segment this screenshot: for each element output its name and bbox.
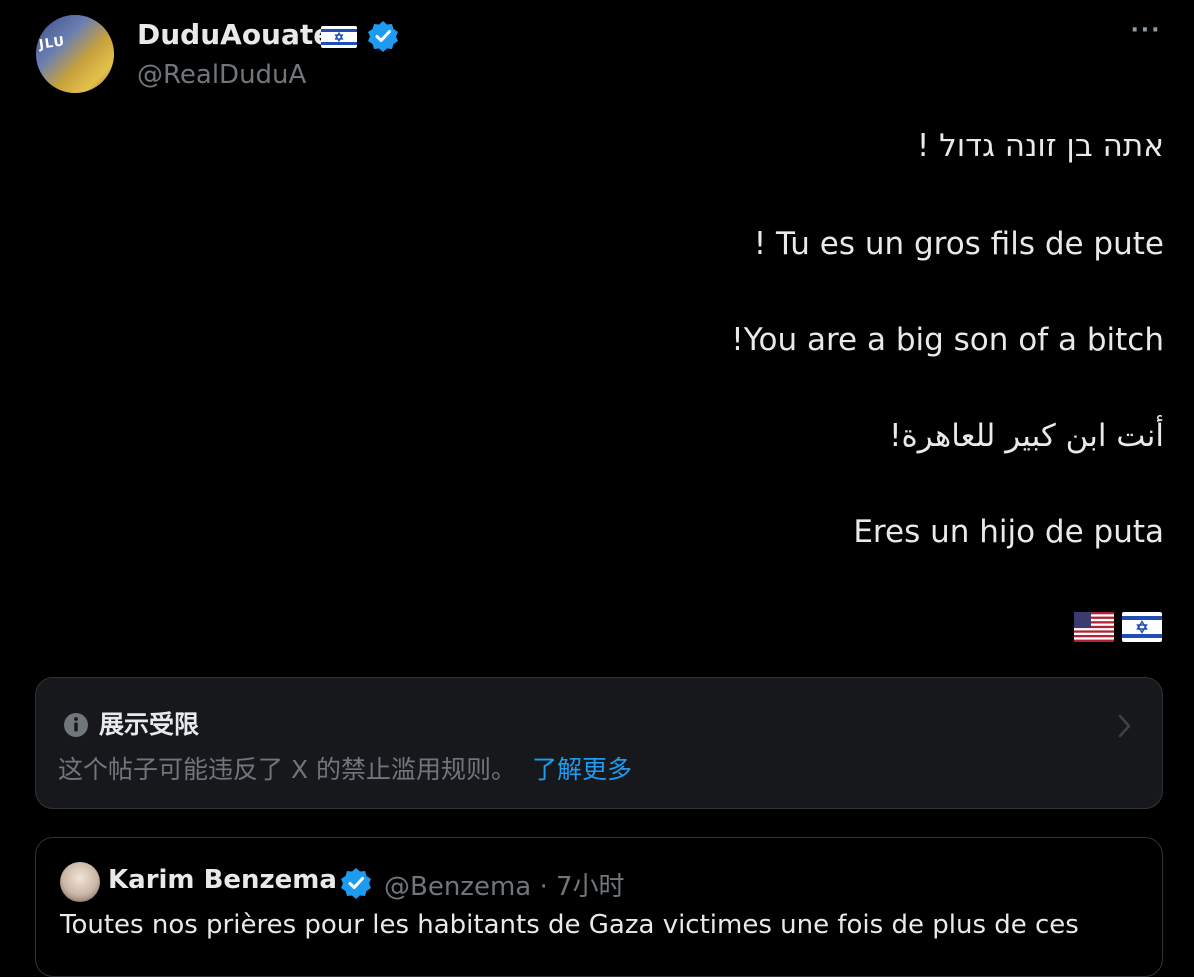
avatar-logo-text: JLU bbox=[38, 34, 67, 53]
quoted-avatar[interactable] bbox=[60, 862, 100, 902]
info-icon bbox=[64, 713, 88, 737]
learn-more-link[interactable]: 了解更多 bbox=[532, 755, 632, 784]
verified-badge-icon[interactable] bbox=[340, 867, 372, 899]
flag-emojis bbox=[1074, 612, 1162, 642]
israel-flag-icon bbox=[321, 26, 357, 48]
verified-badge-icon[interactable] bbox=[367, 20, 399, 52]
quoted-tweet[interactable]: Karim Benzema @Benzema · 7小时 Toutes nos … bbox=[35, 837, 1163, 977]
restricted-notice[interactable]: 展示受限 这个帖子可能违反了 X 的禁止滥用规则。 了解更多 bbox=[35, 677, 1163, 809]
tweet-line-spanish: Eres un hijo de puta bbox=[853, 514, 1164, 550]
quoted-text: Toutes nos prières pour les habitants de… bbox=[60, 910, 1079, 940]
israel-flag-icon bbox=[1122, 612, 1162, 642]
restricted-title: 展示受限 bbox=[99, 710, 200, 739]
author-name[interactable]: DuduAouate bbox=[137, 18, 332, 51]
tweet-line-arabic: أنت ابن كبير للعاهرة! bbox=[889, 418, 1164, 454]
us-flag-icon bbox=[1074, 612, 1114, 642]
chevron-right-icon[interactable] bbox=[1116, 712, 1134, 740]
tweet-line-hebrew: אתה בן זונה גדול ! bbox=[916, 128, 1164, 164]
author-handle[interactable]: @RealDuduA bbox=[137, 60, 306, 90]
restricted-description-text: 这个帖子可能违反了 X 的禁止滥用规则。 bbox=[58, 755, 517, 784]
tweet-line-french: ! Tu es un gros fils de pute bbox=[753, 226, 1164, 262]
more-icon[interactable]: ··· bbox=[1128, 18, 1164, 48]
quoted-author-name[interactable]: Karim Benzema bbox=[108, 865, 337, 895]
quoted-handle-time[interactable]: @Benzema · 7小时 bbox=[384, 866, 625, 903]
author-avatar[interactable]: JLU bbox=[36, 15, 114, 93]
restricted-description: 这个帖子可能违反了 X 的禁止滥用规则。 了解更多 bbox=[58, 750, 632, 786]
tweet-line-english: !You are a big son of a bitch bbox=[731, 322, 1164, 358]
